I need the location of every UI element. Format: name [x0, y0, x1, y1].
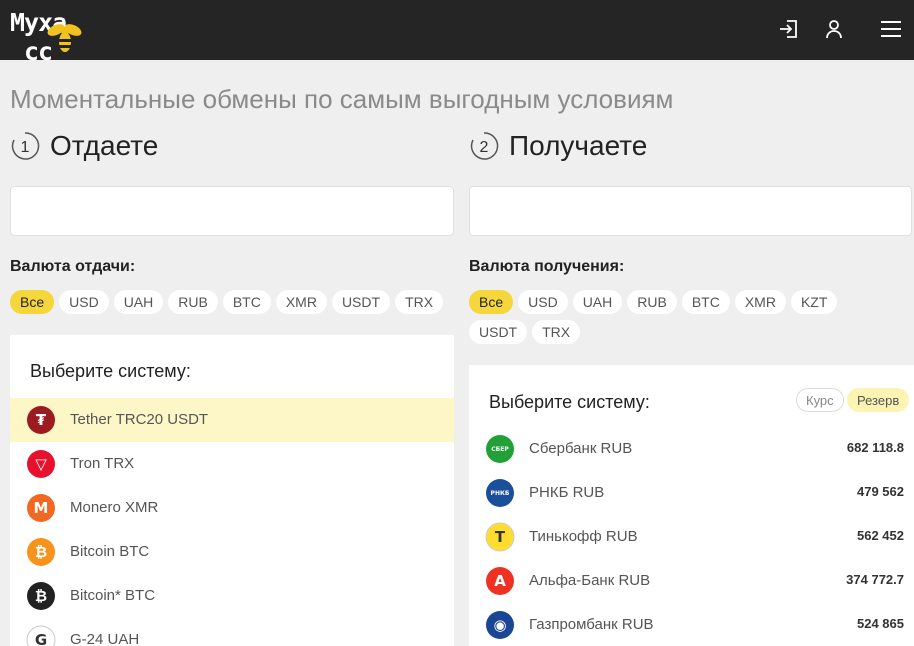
system-row-monero-xmr[interactable]: M Monero XMR: [10, 486, 454, 530]
system-name: G-24 UAH: [70, 631, 140, 646]
get-systems-panel: Выберите систему: СБЕР Сбербанк RUB 682 11…: [469, 365, 914, 646]
system-row-альфа-банк-rub[interactable]: А Альфа-Банк RUB 374 772.7: [469, 559, 914, 603]
svg-text:◉: ◉: [493, 616, 506, 634]
get-currency-label: Валюта получения:: [469, 258, 625, 275]
monero-icon: M: [26, 493, 56, 523]
system-name: Tron TRX: [70, 455, 135, 472]
step-get-label: Получаете: [509, 130, 648, 161]
system-row-bitcoin-btc[interactable]: ₿ Bitcoin BTC: [10, 530, 454, 574]
system-row-газпромбанк-rub[interactable]: ◉ Газпромбанк RUB 524 865: [469, 603, 914, 646]
svg-text:СБЕР: СБЕР: [491, 446, 509, 453]
bee-icon: [47, 24, 82, 52]
step-circle-icon: 1: [11, 132, 40, 160]
system-name: Газпромбанк RUB: [529, 616, 654, 633]
get-amount-input[interactable]: [469, 186, 912, 236]
svg-text:2: 2: [480, 139, 489, 156]
sort-rate-button[interactable]: Курс: [796, 388, 844, 412]
currency-chip-все[interactable]: Все: [469, 290, 514, 314]
svg-text:РНКБ: РНКБ: [491, 490, 510, 497]
currency-chip-trx[interactable]: TRX: [532, 320, 581, 344]
sort-reserve-button[interactable]: Резерв: [847, 388, 910, 412]
tron-icon: ▽: [26, 449, 56, 479]
svg-text:1: 1: [21, 139, 30, 156]
get-panel-title: Выберите систему:: [489, 392, 650, 412]
currency-chip-usd[interactable]: USD: [518, 290, 568, 314]
step-give: 1 Отдаете: [10, 128, 310, 164]
currency-chip-uah[interactable]: UAH: [572, 290, 623, 314]
give-currency-label: Валюта отдачи:: [10, 258, 136, 275]
bitcoin-dark-icon: ₿: [26, 581, 56, 611]
alfabank-icon: А: [485, 566, 515, 596]
system-row-g-24-uah[interactable]: G G-24 UAH: [10, 618, 454, 646]
login-icon[interactable]: [777, 17, 801, 41]
give-systems-panel: Выберите систему: ₮ Tether TRC20 USDT ▽ Tro…: [10, 335, 454, 646]
currency-chip-все[interactable]: Все: [10, 290, 55, 314]
user-icon[interactable]: [822, 17, 846, 41]
give-panel-title: Выберите систему:: [30, 361, 191, 381]
reserve-amount: 562 452: [857, 528, 904, 543]
svg-text:▽: ▽: [35, 455, 47, 473]
reserve-amount: 479 562: [857, 484, 904, 499]
system-name: Bitcoin* BTC: [70, 587, 156, 604]
currency-chip-xmr[interactable]: XMR: [275, 290, 327, 314]
tether-icon: ₮: [26, 405, 56, 435]
system-row-тинькофф-rub[interactable]: Т Тинькофф RUB 562 452: [469, 515, 914, 559]
currency-chip-uah[interactable]: UAH: [113, 290, 164, 314]
currency-chip-btc[interactable]: BTC: [681, 290, 730, 314]
svg-text:G: G: [35, 631, 47, 646]
system-name: Tether TRC20 USDT: [70, 411, 209, 428]
give-amount-input[interactable]: [10, 186, 454, 236]
step-circle-icon: 2: [470, 132, 499, 160]
menu-icon[interactable]: [879, 17, 903, 41]
system-name: РНКБ RUB: [529, 484, 605, 501]
svg-text:M: M: [34, 499, 49, 517]
system-name: Альфа-Банк RUB: [529, 572, 651, 589]
currency-chip-xmr[interactable]: XMR: [734, 290, 786, 314]
reserve-amount: 524 865: [857, 616, 904, 631]
system-row-bitcoin-btc[interactable]: ₿ Bitcoin* BTC: [10, 574, 454, 618]
system-name: Monero XMR: [70, 499, 159, 516]
rnkb-icon: РНКБ: [485, 478, 515, 508]
top-header: Myxacc: [0, 0, 914, 66]
system-name: Сбербанк RUB: [529, 440, 633, 457]
system-row-tron-trx[interactable]: ▽ Tron TRX: [10, 442, 454, 486]
svg-text:Т: Т: [495, 528, 506, 546]
step-get: 2 Получаете: [469, 128, 769, 164]
currency-chip-usdt[interactable]: USDT: [331, 290, 391, 314]
system-name: Тинькофф RUB: [529, 528, 638, 545]
bitcoin-icon: ₿: [26, 537, 56, 567]
currency-chip-usd[interactable]: USD: [59, 290, 109, 314]
gazprombank-icon: ◉: [485, 610, 515, 640]
currency-chip-kzt[interactable]: KZT: [790, 290, 838, 314]
give-currency-filter: Все USD UAH RUB BTC XMR USDT TRX: [10, 290, 450, 314]
g24-icon: G: [26, 625, 56, 646]
reserve-amount: 374 772.7: [846, 572, 904, 587]
currency-chip-rub[interactable]: RUB: [627, 290, 677, 314]
currency-chip-usdt[interactable]: USDT: [469, 320, 528, 344]
svg-text:₿: ₿: [35, 587, 47, 605]
tinkoff-icon: Т: [485, 522, 515, 552]
system-row-рнкб-rub[interactable]: РНКБ РНКБ RUB 479 562: [469, 471, 914, 515]
reserve-amount: 682 118.8: [846, 440, 904, 455]
system-row-tether-trc20-usdt[interactable]: ₮ Tether TRC20 USDT: [10, 398, 454, 442]
get-currency-filter: Все USD UAH RUB BTC XMR KZT USDT TRX: [469, 290, 889, 344]
system-name: Bitcoin BTC: [70, 543, 150, 560]
currency-chip-rub[interactable]: RUB: [168, 290, 218, 314]
page-title: Моментальные обмены по самым выгодным ус…: [10, 84, 674, 114]
step-give-label: Отдаете: [50, 130, 159, 161]
currency-chip-trx[interactable]: TRX: [395, 290, 444, 314]
system-row-сбербанк-rub[interactable]: СБЕР Сбербанк RUB 682 118.8: [469, 427, 914, 471]
svg-text:А: А: [494, 572, 506, 590]
svg-text:₮: ₮: [36, 411, 47, 429]
currency-chip-btc[interactable]: BTC: [222, 290, 271, 314]
sberbank-icon: СБЕР: [485, 434, 515, 464]
svg-text:₿: ₿: [35, 543, 47, 561]
